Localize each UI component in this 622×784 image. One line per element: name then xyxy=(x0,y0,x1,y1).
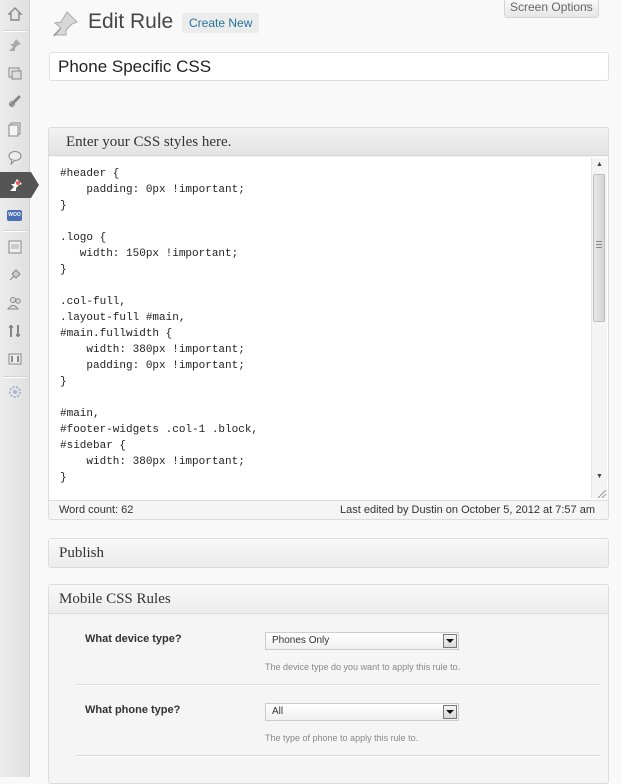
page-title: Edit Rule xyxy=(88,10,174,33)
field-divider xyxy=(76,755,600,757)
phone-type-value: All xyxy=(272,706,284,717)
screen-options-label: Screen Options xyxy=(510,0,593,14)
word-count: Word count: 62 xyxy=(59,504,134,516)
posts-pin-icon[interactable] xyxy=(0,32,29,58)
post-title-input[interactable] xyxy=(49,52,609,81)
scroll-down-arrow-icon[interactable]: ▼ xyxy=(592,470,607,484)
pushpin-icon xyxy=(52,11,78,37)
collapse-gear-icon[interactable] xyxy=(0,379,29,405)
scroll-grip-icon xyxy=(596,241,602,248)
css-code-textarea[interactable]: #header { padding: 0px !important; } .lo… xyxy=(49,157,608,501)
links-icon[interactable] xyxy=(0,88,29,114)
mobile-css-rules-box: Mobile CSS Rules What device type? Phone… xyxy=(48,584,609,784)
css-editor-box: Enter your CSS styles here. #header { pa… xyxy=(48,127,609,520)
scroll-thumb[interactable] xyxy=(593,174,605,322)
plugins-icon[interactable] xyxy=(0,262,29,288)
comments-icon[interactable] xyxy=(0,144,29,170)
users-icon[interactable] xyxy=(0,290,29,316)
device-type-select[interactable]: Phones Only xyxy=(265,632,459,650)
css-code-content[interactable]: #header { padding: 0px !important; } .lo… xyxy=(60,166,258,486)
last-edited-info: Last edited by Dustin on October 5, 2012… xyxy=(340,504,595,516)
publish-box[interactable]: Publish xyxy=(48,538,609,568)
chevron-down-icon[interactable] xyxy=(443,705,457,719)
publish-heading[interactable]: Publish xyxy=(49,539,608,567)
create-new-button[interactable]: Create New xyxy=(182,13,260,33)
phone-type-select[interactable]: All xyxy=(265,703,459,721)
dashboard-icon[interactable] xyxy=(0,1,29,27)
media-icon[interactable] xyxy=(0,60,29,86)
mobile-css-pin-icon[interactable] xyxy=(0,172,39,198)
editor-heading: Enter your CSS styles here. xyxy=(49,128,608,156)
appearance-icon[interactable] xyxy=(0,234,29,260)
pages-icon[interactable] xyxy=(0,116,29,142)
scroll-up-arrow-icon[interactable]: ▲ xyxy=(592,158,607,172)
phone-type-label: What phone type? xyxy=(85,704,181,716)
phone-type-help: The type of phone to apply this rule to. xyxy=(265,733,419,743)
woo-icon[interactable]: WOO xyxy=(0,202,29,228)
mobile-css-rules-heading[interactable]: Mobile CSS Rules xyxy=(49,585,608,614)
chevron-down-icon[interactable] xyxy=(443,634,457,648)
chevron-down-icon: ▼ xyxy=(584,2,592,11)
resize-handle-icon[interactable] xyxy=(595,487,607,499)
editor-scrollbar[interactable]: ▲ ▼ xyxy=(591,158,607,498)
settings-icon[interactable] xyxy=(0,346,29,372)
field-divider xyxy=(76,684,600,686)
device-type-label: What device type? xyxy=(85,633,182,645)
admin-sidebar: WOO xyxy=(0,0,39,777)
device-type-help: The device type do you want to apply thi… xyxy=(265,662,461,672)
tools-icon[interactable] xyxy=(0,318,29,344)
screen-options-button[interactable]: Screen Options ▼ xyxy=(504,0,599,18)
device-type-value: Phones Only xyxy=(272,635,330,646)
